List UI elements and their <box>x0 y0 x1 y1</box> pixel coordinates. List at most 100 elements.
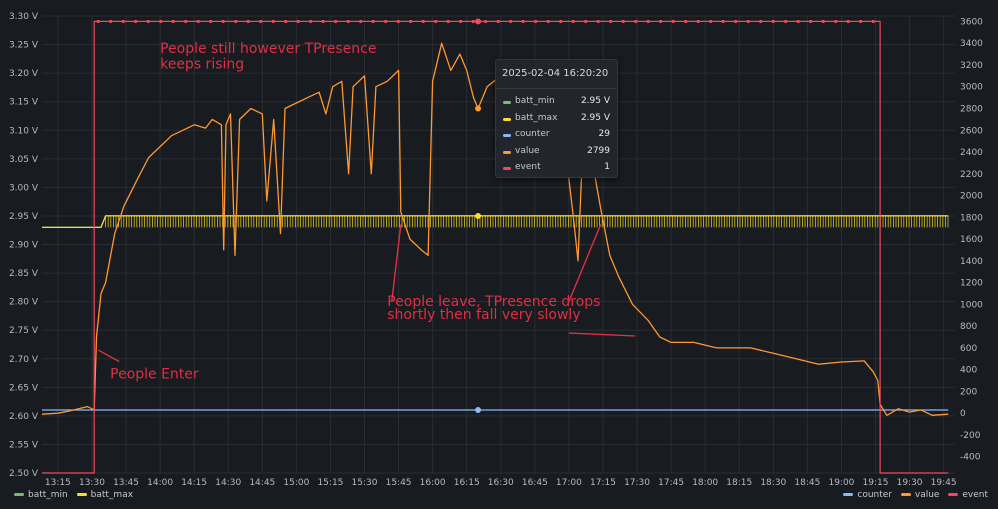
legend-label: value <box>914 490 940 500</box>
x-tick-label: 13:15 <box>45 478 71 488</box>
tooltip-series-value: 2799 <box>587 145 610 156</box>
x-tick-label: 15:45 <box>386 478 412 488</box>
y-right-tick-label: 2600 <box>960 126 983 136</box>
legend-label: batt_min <box>28 490 68 500</box>
tooltip-swatch <box>503 101 511 104</box>
annotation-arrow <box>568 224 602 302</box>
series-event-marker <box>684 19 688 24</box>
series-event-marker <box>834 19 838 24</box>
y-right-tick-label: 1400 <box>960 257 983 267</box>
annotation-text: People still however TPresence <box>160 41 376 57</box>
series-event-marker <box>734 19 738 24</box>
y-left-tick-label: 2.75 V <box>9 326 39 336</box>
hover-point-event <box>475 18 482 25</box>
tooltip-swatch <box>503 117 511 121</box>
legend-right: counter value event <box>837 490 988 500</box>
legend-item-event[interactable]: event <box>942 490 988 500</box>
series-event-marker <box>421 19 425 24</box>
series-event-marker <box>209 19 213 24</box>
series-event-marker <box>271 19 275 24</box>
x-tick-label: 19:30 <box>897 478 923 488</box>
tooltip-swatch <box>503 134 511 137</box>
series-event-marker <box>396 19 400 24</box>
series-event-marker <box>371 19 375 24</box>
y-right-tick-label: -400 <box>960 453 981 463</box>
y-right-tick-label: 2800 <box>960 104 983 114</box>
series-event-marker <box>759 19 763 24</box>
legend-swatch <box>14 493 24 496</box>
tooltip-series-name: counter <box>515 129 550 139</box>
tooltip-row-batt-max: batt_max 2.95 V <box>496 111 617 128</box>
series-event-marker <box>609 19 613 24</box>
x-tick-label: 16:00 <box>420 478 446 488</box>
series-event-marker <box>509 19 513 24</box>
series-event-marker <box>359 19 363 24</box>
tooltip-row-batt-min: batt_min 2.95 V <box>496 94 617 111</box>
series-event-marker <box>409 19 413 24</box>
series-event-marker <box>146 19 150 24</box>
x-tick-label: 19:45 <box>931 478 957 488</box>
legend-item-batt-max[interactable]: batt_max <box>71 490 133 500</box>
tooltip-row-counter: counter 29 <box>496 127 617 144</box>
tooltip-swatch <box>503 167 511 170</box>
tooltip-series-value: 29 <box>598 129 610 139</box>
y-left-tick-label: 3.10 V <box>9 126 39 136</box>
series-event-marker <box>484 19 488 24</box>
series-event-marker <box>384 19 388 24</box>
annotation-text: People Enter <box>110 367 199 383</box>
y-right-tick-label: 1600 <box>960 235 983 245</box>
x-tick-label: 15:30 <box>352 478 378 488</box>
tooltip-series-value: 2.95 V <box>580 96 610 106</box>
series-event-marker <box>246 19 250 24</box>
series-event-marker <box>571 19 575 24</box>
series-event-marker <box>871 19 875 24</box>
hover-point-value <box>475 105 482 112</box>
tooltip-row-event: event 1 <box>496 160 617 177</box>
annotation-text: shortly then fall very slowly <box>387 307 580 323</box>
series-event-marker <box>621 19 625 24</box>
series-batt-min-line[interactable] <box>42 215 949 228</box>
tooltip-series-value: 2.95 V <box>580 112 610 123</box>
y-left-tick-label: 3.00 V <box>9 183 39 193</box>
series-event-marker <box>184 19 188 24</box>
series-event-marker <box>809 19 813 24</box>
x-tick-label: 15:15 <box>317 478 343 488</box>
annotation-arrow <box>98 349 120 363</box>
x-tick-label: 18:45 <box>794 478 820 488</box>
y-right-tick-label: 800 <box>960 322 977 332</box>
legend-item-counter[interactable]: counter <box>837 490 892 500</box>
annotation-text: keeps rising <box>160 57 244 73</box>
y-right-tick-label: 200 <box>960 387 977 397</box>
legend-label: event <box>962 490 988 500</box>
y-left-tick-label: 2.90 V <box>9 241 39 251</box>
legend-left: batt_min batt_max <box>8 490 133 500</box>
y-right-tick-label: 3400 <box>960 39 983 49</box>
legend-item-batt-min[interactable]: batt_min <box>8 490 68 500</box>
series-event-marker <box>646 19 650 24</box>
x-tick-label: 18:15 <box>726 478 752 488</box>
series-batt-max-line[interactable] <box>42 215 949 228</box>
tooltip-series-value: 1 <box>604 162 610 172</box>
hover-tooltip: 2025-02-04 16:20:20 batt_min 2.95 V batt… <box>495 59 618 178</box>
y-left-tick-label: 2.50 V <box>9 469 39 479</box>
series-event-marker <box>96 19 100 24</box>
series-event-marker <box>234 19 238 24</box>
legend-item-value[interactable]: value <box>895 490 940 500</box>
y-left-tick-label: 2.60 V <box>9 412 39 422</box>
series-event-marker <box>771 19 775 24</box>
series-event-marker <box>121 19 125 24</box>
x-tick-label: 17:00 <box>556 478 582 488</box>
legend-label: counter <box>857 490 893 500</box>
x-tick-label: 14:15 <box>181 478 207 488</box>
series-event-marker <box>196 19 200 24</box>
series-event-marker <box>709 19 713 24</box>
x-axis-ticks: 13:15 13:30 13:45 14:00 14:15 14:30 14:45 15:00… <box>45 478 957 488</box>
series-event-marker <box>784 19 788 24</box>
tooltip-swatch <box>503 150 511 154</box>
x-tick-label: 14:45 <box>249 478 275 488</box>
x-tick-label: 13:30 <box>79 478 105 488</box>
series-event-marker <box>134 19 138 24</box>
y-right-tick-label: 2000 <box>960 192 983 202</box>
y-right-tick-label: 1000 <box>960 300 983 310</box>
series-event-marker <box>221 19 225 24</box>
